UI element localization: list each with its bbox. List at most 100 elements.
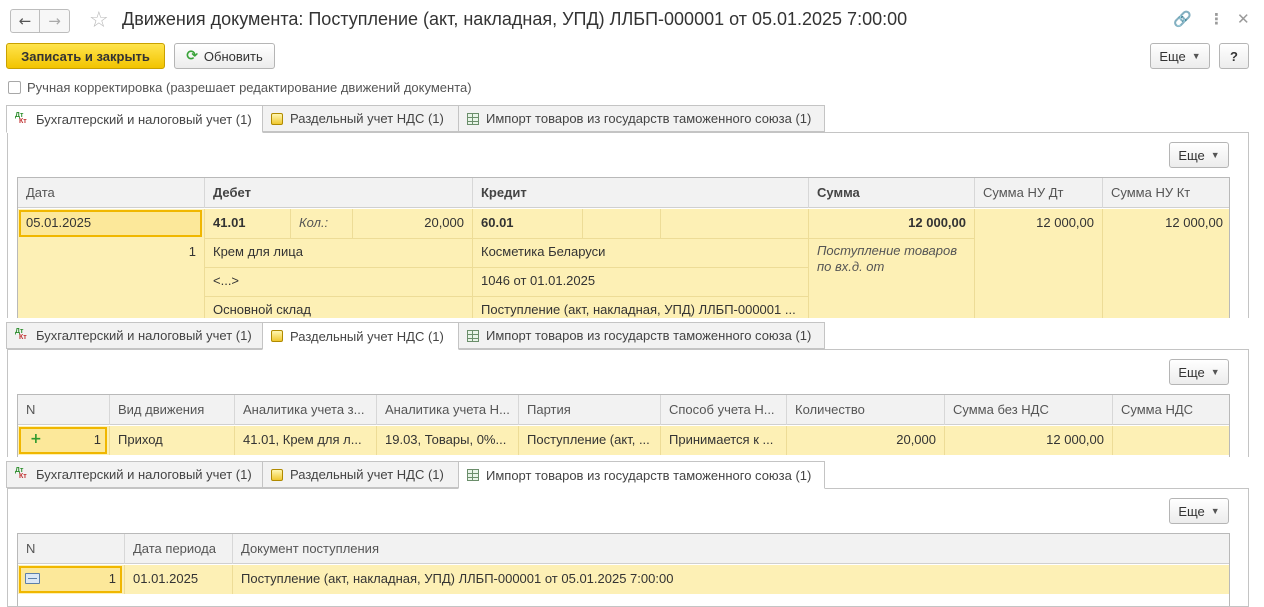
col-receipt-document[interactable]: Документ поступления [233, 534, 1229, 564]
tab-vat-label: Раздельный учет НДС (1) [290, 111, 444, 126]
col-amount-nu-dt[interactable]: Сумма НУ Дт [975, 178, 1103, 208]
table-icon [467, 329, 479, 342]
dt-kt-icon: Дт Кт [15, 328, 27, 341]
debit-subconto-2[interactable]: <...> [205, 267, 472, 295]
amount-nu-dt-value[interactable]: 12 000,00 [975, 209, 1102, 237]
amount-no-vat-value[interactable]: 12 000,00 [945, 426, 1112, 454]
link-icon[interactable]: 🔗 [1173, 10, 1192, 28]
tab-accounting[interactable]: Дт Кт Бухгалтерский и налоговый учет (1) [6, 461, 263, 488]
col-method[interactable]: Способ учета Н... [661, 395, 787, 425]
dt-kt-icon: Дт Кт [15, 467, 27, 480]
manual-adjust-checkbox[interactable] [8, 81, 21, 94]
col-movement[interactable]: Вид движения [110, 395, 235, 425]
col-debit[interactable]: Дебет [205, 178, 473, 208]
col-credit[interactable]: Кредит [473, 178, 809, 208]
refresh-label: Обновить [203, 48, 263, 64]
back-button[interactable]: ← [10, 9, 40, 33]
tab-vat[interactable]: Раздельный учет НДС (1) [262, 461, 459, 488]
table-icon [467, 469, 479, 481]
movement-type[interactable]: Приход [110, 426, 234, 454]
vat-panel: Еще ▼ N Вид движения Аналитика учета з...… [7, 349, 1249, 457]
caret-down-icon: ▼ [1210, 150, 1220, 160]
register-icon [271, 468, 283, 481]
more-label: Еще [1178, 503, 1205, 519]
col-amount-nu-kt[interactable]: Сумма НУ Кт [1103, 178, 1229, 208]
col-analytics-1[interactable]: Аналитика учета з... [235, 395, 377, 425]
close-icon[interactable]: ✕ [1237, 10, 1250, 28]
table-row[interactable]: 1 01.01.2025 Поступление (акт, накладная… [18, 565, 1229, 594]
amount-nu-kt-value[interactable]: 12 000,00 [1103, 209, 1229, 237]
caret-down-icon: ▼ [1191, 51, 1201, 61]
refresh-button[interactable]: ⟳ Обновить [174, 43, 275, 69]
analytics-2-value[interactable]: 19.03, Товары, 0%... [377, 426, 518, 454]
table-row[interactable]: 05.01.2025 1 41.01 Кол.: 20,000 Крем для… [18, 209, 1229, 318]
col-date[interactable]: Дата [18, 178, 205, 208]
register-icon [271, 112, 283, 125]
more-vertical-icon[interactable]: ⋮ [1209, 10, 1224, 28]
save-and-close-button[interactable]: Записать и закрыть [6, 43, 165, 69]
debit-subconto-3[interactable]: Основной склад [205, 296, 472, 318]
col-n[interactable]: N [18, 534, 125, 564]
accounting-panel: Еще ▼ Дата Дебет Кредит Сумма Сумма НУ Дт… [7, 132, 1249, 318]
col-batch[interactable]: Партия [519, 395, 661, 425]
tab-accounting-label: Бухгалтерский и налоговый учет (1) [36, 467, 252, 482]
tab-import[interactable]: Импорт товаров из государств таможенного… [458, 461, 825, 489]
credit-account[interactable]: 60.01 [473, 209, 582, 237]
tab-import[interactable]: Импорт товаров из государств таможенного… [458, 322, 825, 349]
favorite-star-icon[interactable]: ☆ [89, 8, 109, 33]
vat-more-button[interactable]: Еще ▼ [1169, 359, 1229, 385]
credit-subconto-2[interactable]: 1046 от 01.01.2025 [473, 267, 808, 295]
manual-adjust-label: Ручная корректировка (разрешает редактир… [27, 80, 472, 95]
caret-down-icon: ▼ [1210, 367, 1220, 377]
method-value[interactable]: Принимается к ... [661, 426, 786, 454]
analytics-1-value[interactable]: 41.01, Крем для л... [235, 426, 376, 454]
import-more-button[interactable]: Еще ▼ [1169, 498, 1229, 524]
receipt-document-value[interactable]: Поступление (акт, накладная, УПД) ЛЛБП-0… [233, 565, 1229, 593]
tab-import-label: Импорт товаров из государств таможенного… [486, 328, 812, 343]
arrow-left-icon: ← [18, 12, 32, 30]
more-label: Еще [1159, 48, 1186, 64]
tab-vat[interactable]: Раздельный учет НДС (1) [262, 322, 459, 350]
credit-subconto-3[interactable]: Поступление (акт, накладная, УПД) ЛЛБП-0… [473, 296, 808, 318]
amount-value[interactable]: 12 000,00 [809, 209, 974, 237]
tab-accounting-label: Бухгалтерский и налоговый учет (1) [36, 328, 252, 343]
window-title: Движения документа: Поступление (акт, на… [122, 9, 908, 29]
vat-grid: N Вид движения Аналитика учета з... Анал… [17, 394, 1230, 457]
batch-value[interactable]: Поступление (акт, ... [519, 426, 660, 454]
period-date-value[interactable]: 01.01.2025 [125, 565, 232, 593]
more-label: Еще [1178, 364, 1205, 380]
col-amount-no-vat[interactable]: Сумма без НДС [945, 395, 1113, 425]
more-button[interactable]: Еще ▼ [1150, 43, 1210, 69]
register-icon [271, 330, 283, 342]
entry-content[interactable]: Поступление товаров по вх.д. от [809, 243, 969, 283]
help-button[interactable]: ? [1219, 43, 1249, 69]
debit-quantity[interactable]: 20,000 [353, 209, 472, 237]
debit-account[interactable]: 41.01 [205, 209, 290, 237]
tab-vat[interactable]: Раздельный учет НДС (1) [262, 105, 459, 132]
date-value: 05.01.2025 [26, 215, 92, 230]
credit-subconto-1[interactable]: Косметика Беларуси [473, 238, 808, 266]
accounting-more-button[interactable]: Еще ▼ [1169, 142, 1229, 168]
tab-vat-label: Раздельный учет НДС (1) [290, 467, 444, 482]
col-period-date[interactable]: Дата периода [125, 534, 233, 564]
grid-header: N Дата периода Документ поступления [18, 534, 1229, 564]
col-amount[interactable]: Сумма [809, 178, 975, 208]
tab-accounting[interactable]: Дт Кт Бухгалтерский и налоговый учет (1) [6, 322, 263, 349]
dt-kt-icon: Дт Кт [15, 111, 27, 125]
col-vat[interactable]: Сумма НДС [1113, 395, 1229, 425]
tab-import-label: Импорт товаров из государств таможенного… [486, 111, 812, 126]
grid-header: Дата Дебет Кредит Сумма Сумма НУ Дт Сумм… [18, 178, 1229, 208]
tab-import[interactable]: Импорт товаров из государств таможенного… [458, 105, 825, 132]
row-number: 1 [93, 432, 101, 447]
tab-accounting[interactable]: Дт Кт Бухгалтерский и налоговый учет (1) [6, 105, 263, 133]
table-icon [467, 112, 479, 125]
vat-value[interactable] [1113, 426, 1229, 454]
col-quantity[interactable]: Количество [787, 395, 945, 425]
col-n[interactable]: N [18, 395, 110, 425]
forward-button[interactable]: → [40, 9, 70, 33]
quantity-value[interactable]: 20,000 [787, 426, 944, 454]
table-row[interactable]: + 1 Приход 41.01, Крем для л... 19.03, Т… [18, 426, 1229, 455]
col-analytics-2[interactable]: Аналитика учета Н... [377, 395, 519, 425]
debit-subconto-1[interactable]: Крем для лица [205, 238, 472, 266]
more-label: Еще [1178, 147, 1205, 163]
